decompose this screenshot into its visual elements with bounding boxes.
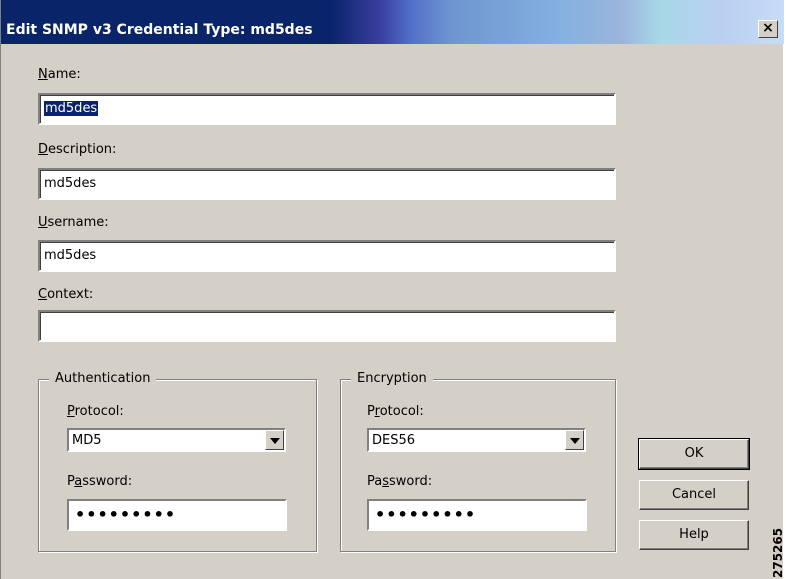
authentication-legend: Authentication bbox=[49, 371, 157, 386]
username-field[interactable]: md5des bbox=[38, 240, 616, 272]
enc-protocol-value: DES56 bbox=[372, 433, 416, 448]
username-label: Username: bbox=[38, 215, 109, 230]
chevron-down-icon[interactable] bbox=[265, 430, 284, 450]
credential-dialog: Edit SNMP v3 Credential Type: md5des × N… bbox=[0, 0, 784, 579]
enc-password-field[interactable]: ••••••••• bbox=[367, 499, 587, 531]
chevron-down-icon[interactable] bbox=[565, 430, 584, 450]
close-icon: × bbox=[762, 20, 774, 36]
close-button[interactable]: × bbox=[758, 20, 778, 38]
description-label: Description: bbox=[38, 142, 117, 157]
name-field[interactable]: md5des bbox=[38, 93, 616, 125]
enc-protocol-label: Protocol: bbox=[367, 404, 424, 419]
enc-protocol-select[interactable]: DES56 bbox=[367, 428, 586, 452]
auth-protocol-value: MD5 bbox=[72, 433, 102, 448]
auth-password-label: Password: bbox=[67, 474, 133, 489]
auth-password-field[interactable]: ••••••••• bbox=[67, 499, 287, 531]
title-bar[interactable]: Edit SNMP v3 Credential Type: md5des × bbox=[1, 0, 784, 44]
name-value: md5des bbox=[44, 101, 99, 116]
context-label: Context: bbox=[38, 287, 94, 302]
dialog-title: Edit SNMP v3 Credential Type: md5des bbox=[6, 22, 313, 38]
cancel-button[interactable]: Cancel bbox=[639, 480, 749, 510]
name-label: Name: bbox=[38, 67, 81, 82]
encryption-legend: Encryption bbox=[351, 371, 433, 386]
auth-protocol-label: Protocol: bbox=[67, 404, 124, 419]
context-field[interactable] bbox=[38, 310, 616, 342]
figure-number: 275265 bbox=[771, 527, 785, 578]
help-button[interactable]: Help bbox=[639, 520, 749, 550]
description-field[interactable]: md5des bbox=[38, 168, 616, 200]
enc-password-label: Password: bbox=[367, 474, 433, 489]
ok-button[interactable]: OK bbox=[638, 438, 750, 470]
auth-protocol-select[interactable]: MD5 bbox=[67, 428, 286, 452]
